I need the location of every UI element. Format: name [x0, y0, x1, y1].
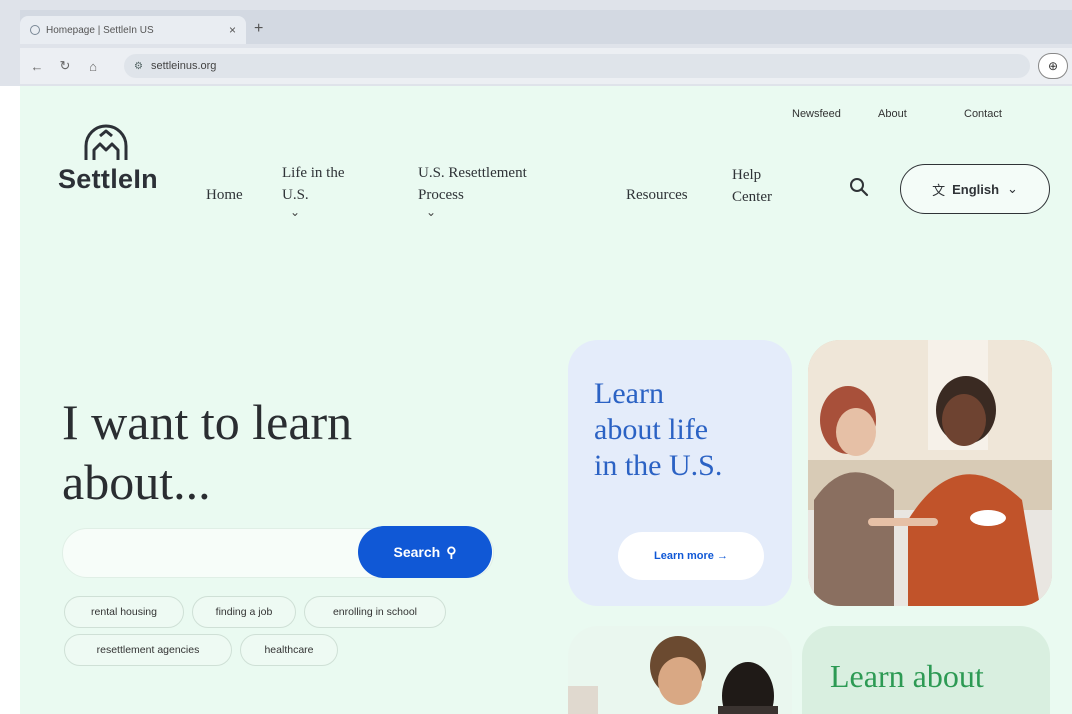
site-info-icon[interactable]: ⚙	[134, 61, 143, 72]
nav-process-line2: Process	[418, 187, 464, 203]
chip-rental-housing[interactable]: rental housing	[64, 596, 184, 628]
learn-about-card-title: Learn about	[830, 658, 984, 694]
nav-help-center[interactable]: Help Center	[732, 164, 772, 208]
hero-heading-line1: I want to learn	[62, 394, 353, 450]
learn-title-line1: Learn	[594, 377, 664, 410]
photo-illustration	[568, 626, 792, 714]
close-tab-icon[interactable]: ×	[229, 23, 236, 37]
photo-students	[568, 626, 792, 714]
browser-chrome: Homepage | SettleIn US × + ← ↻ ⌂ ⚙ settl…	[0, 0, 1072, 86]
learn-life-card[interactable]: Learn about life in the U.S. Learn more …	[568, 340, 792, 606]
tab-strip: Homepage | SettleIn US × +	[20, 10, 1072, 44]
search-button-label: Search	[393, 544, 441, 560]
chip-finding-a-job[interactable]: finding a job	[192, 596, 296, 628]
chip-healthcare[interactable]: healthcare	[240, 634, 338, 666]
hero-heading: I want to learn about...	[62, 392, 542, 512]
nav-help-line2: Center	[732, 189, 772, 205]
hero-heading-line2: about...	[62, 454, 211, 510]
reload-button[interactable]: ↻	[54, 55, 76, 77]
url-text: settleinus.org	[150, 60, 217, 72]
nav-life-line1: Life in the	[282, 165, 345, 181]
house-arch-icon	[84, 124, 128, 160]
newsfeed-link[interactable]: Newsfeed	[792, 108, 841, 120]
contact-link[interactable]: Contact	[964, 108, 1002, 120]
search-button[interactable]: Search ⚲	[358, 526, 492, 578]
photo-illustration	[808, 340, 1052, 606]
nav-life-line2: U.S.	[282, 187, 309, 203]
learn-title-line3: in the U.S.	[594, 449, 723, 482]
new-tab-button[interactable]: +	[254, 20, 263, 38]
home-button[interactable]: ⌂	[82, 55, 104, 77]
learn-life-card-title: Learn about life in the U.S.	[594, 376, 784, 484]
photo-two-women	[808, 340, 1052, 606]
search-input[interactable]	[63, 529, 363, 579]
nav-life-in-us[interactable]: Life in the U.S. ⌄	[282, 162, 344, 218]
learn-more-button[interactable]: Learn more →	[618, 532, 764, 580]
extension-icon[interactable]: ⊕	[1038, 53, 1068, 79]
search-icon: ⚲	[446, 543, 457, 560]
chip-resettlement-agencies[interactable]: resettlement agencies	[64, 634, 232, 666]
chevron-down-icon: ⌄	[1007, 181, 1018, 196]
browser-tab[interactable]: Homepage | SettleIn US ×	[20, 16, 246, 44]
chevron-down-icon: ⌄	[426, 205, 437, 219]
nav-help-line1: Help	[732, 167, 762, 183]
page-content: Newsfeed About Contact SettleIn Home Lif…	[20, 86, 1072, 714]
address-bar[interactable]: ⚙ settleinus.org	[124, 54, 1030, 78]
language-label: English	[952, 181, 1000, 197]
back-button[interactable]: ←	[26, 55, 48, 77]
logo-text: SettleIn	[58, 164, 158, 194]
nav-home[interactable]: Home	[206, 184, 243, 206]
learn-title-line2: about life	[594, 413, 709, 446]
language-selector[interactable]: 文 English ⌄	[900, 164, 1050, 214]
favicon-icon	[30, 25, 40, 35]
nav-resettlement-process[interactable]: U.S. Resettlement Process ⌄	[418, 162, 527, 218]
nav-process-line1: U.S. Resettlement	[418, 165, 527, 181]
about-link[interactable]: About	[878, 108, 907, 120]
settlein-logo[interactable]: SettleIn	[58, 124, 168, 204]
nav-resources[interactable]: Resources	[626, 184, 688, 206]
chevron-down-icon: ⌄	[290, 205, 301, 219]
tab-title: Homepage | SettleIn US	[46, 24, 154, 36]
search-icon[interactable]	[848, 176, 870, 198]
browser-toolbar: ← ↻ ⌂ ⚙ settleinus.org ⊕	[20, 48, 1072, 84]
chip-enrolling-in-school[interactable]: enrolling in school	[304, 596, 446, 628]
translate-icon: 文	[932, 182, 946, 198]
learn-about-card[interactable]: Learn about	[802, 626, 1050, 714]
